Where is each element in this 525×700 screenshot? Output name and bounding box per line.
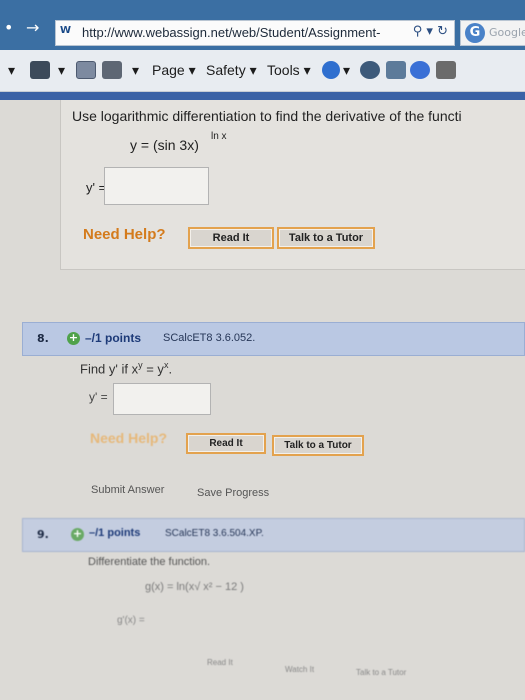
assignment-page: Use logarithmic differentiation to find … — [0, 100, 525, 700]
print-icon[interactable] — [102, 61, 122, 79]
question-8-prompt: Find y' if xy = yx. — [80, 360, 173, 377]
question-7-read-it-button[interactable]: Read It — [188, 227, 274, 249]
question-7-need-help: Need Help? — [83, 226, 166, 243]
question-7-equation: y = (sin 3x) — [130, 137, 199, 153]
header-strip — [0, 92, 525, 100]
question-9-watch-it-button[interactable]: Watch It — [285, 665, 314, 674]
question-8-points: –/1 points — [85, 331, 142, 345]
forward-arrow-icon[interactable]: → — [26, 18, 39, 37]
google-icon: G — [465, 23, 485, 43]
feeds-icon[interactable] — [30, 61, 50, 79]
question-9-answer-label: g'(x) = — [117, 615, 145, 626]
research-icon[interactable] — [360, 61, 380, 79]
search-refresh-icon[interactable]: ⚲ ▾ ↻ — [413, 24, 448, 39]
question-8-answer-label: y' = — [89, 390, 108, 404]
url-field[interactable]: W http://www.webassign.net/web/Student/A… — [55, 20, 455, 46]
address-bar: • → W http://www.webassign.net/web/Stude… — [0, 0, 525, 50]
question-8-course: SCalcET8 3.6.052. — [163, 332, 256, 344]
dropdown-arrow-icon[interactable]: ▾ — [343, 62, 350, 79]
question-8-read-it-button[interactable]: Read It — [186, 433, 266, 454]
question-8-talk-tutor-button[interactable]: Talk to a Tutor — [272, 435, 364, 456]
question-9-header: 9. + –/1 points SCalcET8 3.6.504.XP. — [22, 518, 525, 552]
safety-menu[interactable]: Safety ▾ — [206, 62, 257, 79]
question-9-points: –/1 points — [89, 527, 141, 539]
browser-toolbar: ▾ ▾ ▾ Page ▾ Safety ▾ Tools ▾ ▾ — [0, 50, 525, 92]
mail-icon[interactable] — [76, 61, 96, 79]
question-9-read-it-button[interactable]: Read It — [207, 658, 233, 667]
question-9-talk-tutor-button[interactable]: Talk to a Tutor — [356, 668, 406, 677]
skype-icon[interactable] — [410, 61, 430, 79]
question-9-number: 9. — [37, 528, 49, 541]
page-menu[interactable]: Page ▾ — [152, 62, 196, 79]
question-7-talk-tutor-button[interactable]: Talk to a Tutor — [277, 227, 375, 249]
question-9-course: SCalcET8 3.6.504.XP. — [165, 528, 264, 539]
url-text: http://www.webassign.net/web/Student/Ass… — [82, 25, 381, 40]
search-box[interactable]: G Google — [460, 20, 525, 46]
help-icon[interactable] — [322, 61, 340, 79]
question-9-prompt: Differentiate the function. — [88, 556, 211, 568]
save-progress-button[interactable]: Save Progress — [197, 487, 269, 499]
submit-answer-button[interactable]: Submit Answer — [91, 484, 164, 496]
search-label: Google — [489, 26, 525, 39]
onenote-icon[interactable] — [386, 61, 406, 79]
webassign-logo-icon: W — [60, 25, 72, 36]
question-8-need-help: Need Help? — [90, 430, 168, 446]
question-8-header: 8. + –/1 points SCalcET8 3.6.052. — [22, 322, 525, 356]
dropdown-arrow-icon[interactable]: ▾ — [8, 62, 15, 79]
question-8-number: 8. — [37, 332, 49, 345]
expand-plus-icon[interactable]: + — [71, 528, 84, 541]
question-9-function: g(x) = ln(x√ x² − 12 ) — [145, 581, 244, 593]
dropdown-arrow-icon[interactable]: ▾ — [58, 62, 65, 79]
tools-menu[interactable]: Tools ▾ — [267, 62, 311, 79]
question-7-exponent: ln x — [211, 131, 227, 142]
addon-icon[interactable] — [436, 61, 456, 79]
back-icon[interactable]: • — [4, 18, 13, 37]
question-8-answer-input[interactable] — [113, 383, 211, 415]
expand-plus-icon[interactable]: + — [67, 332, 80, 345]
question-7-answer-input[interactable] — [104, 167, 209, 205]
question-7-prompt: Use logarithmic differentiation to find … — [72, 108, 462, 124]
dropdown-arrow-icon[interactable]: ▾ — [132, 62, 139, 79]
